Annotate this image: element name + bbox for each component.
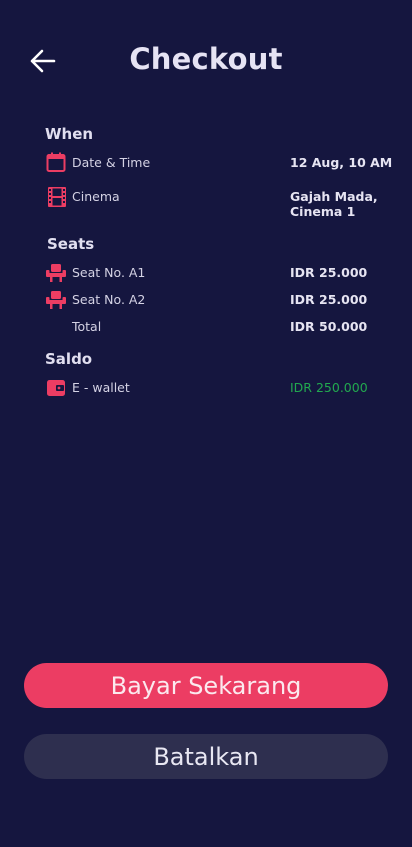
page-title: Checkout xyxy=(129,42,283,76)
cancel-label: Batalkan xyxy=(153,742,259,771)
section-saldo-label: Saldo xyxy=(45,350,93,368)
seat-icon xyxy=(46,290,66,310)
seat-icon xyxy=(46,263,66,283)
calendar-icon xyxy=(46,152,66,172)
ewallet-label: E - wallet xyxy=(72,380,130,395)
date-time-label: Date & Time xyxy=(72,155,151,170)
film-icon xyxy=(47,187,67,207)
date-time-value: 12 Aug, 10 AM xyxy=(290,155,393,170)
cinema-value-line2: Cinema 1 xyxy=(290,204,356,219)
pay-now-label: Bayar Sekarang xyxy=(110,671,302,700)
cinema-label: Cinema xyxy=(72,189,120,204)
section-when-label: When xyxy=(45,125,94,143)
total-label: Total xyxy=(72,319,102,334)
cancel-button[interactable]: Batalkan xyxy=(24,734,388,779)
ewallet-balance: IDR 250.000 xyxy=(290,380,368,395)
header: Checkout xyxy=(0,0,412,120)
seat-a1-label: Seat No. A1 xyxy=(72,265,146,280)
seat-a1-value: IDR 25.000 xyxy=(290,265,368,280)
wallet-icon xyxy=(46,378,66,398)
section-seats-label: Seats xyxy=(47,235,95,253)
seat-a2-value: IDR 25.000 xyxy=(290,292,368,307)
pay-now-button[interactable]: Bayar Sekarang xyxy=(24,663,388,708)
seat-a2-label: Seat No. A2 xyxy=(72,292,146,307)
total-value: IDR 50.000 xyxy=(290,319,368,334)
cinema-value: Gajah Mada, Cinema 1 xyxy=(290,189,400,219)
cinema-value-line1: Gajah Mada, xyxy=(290,189,378,204)
